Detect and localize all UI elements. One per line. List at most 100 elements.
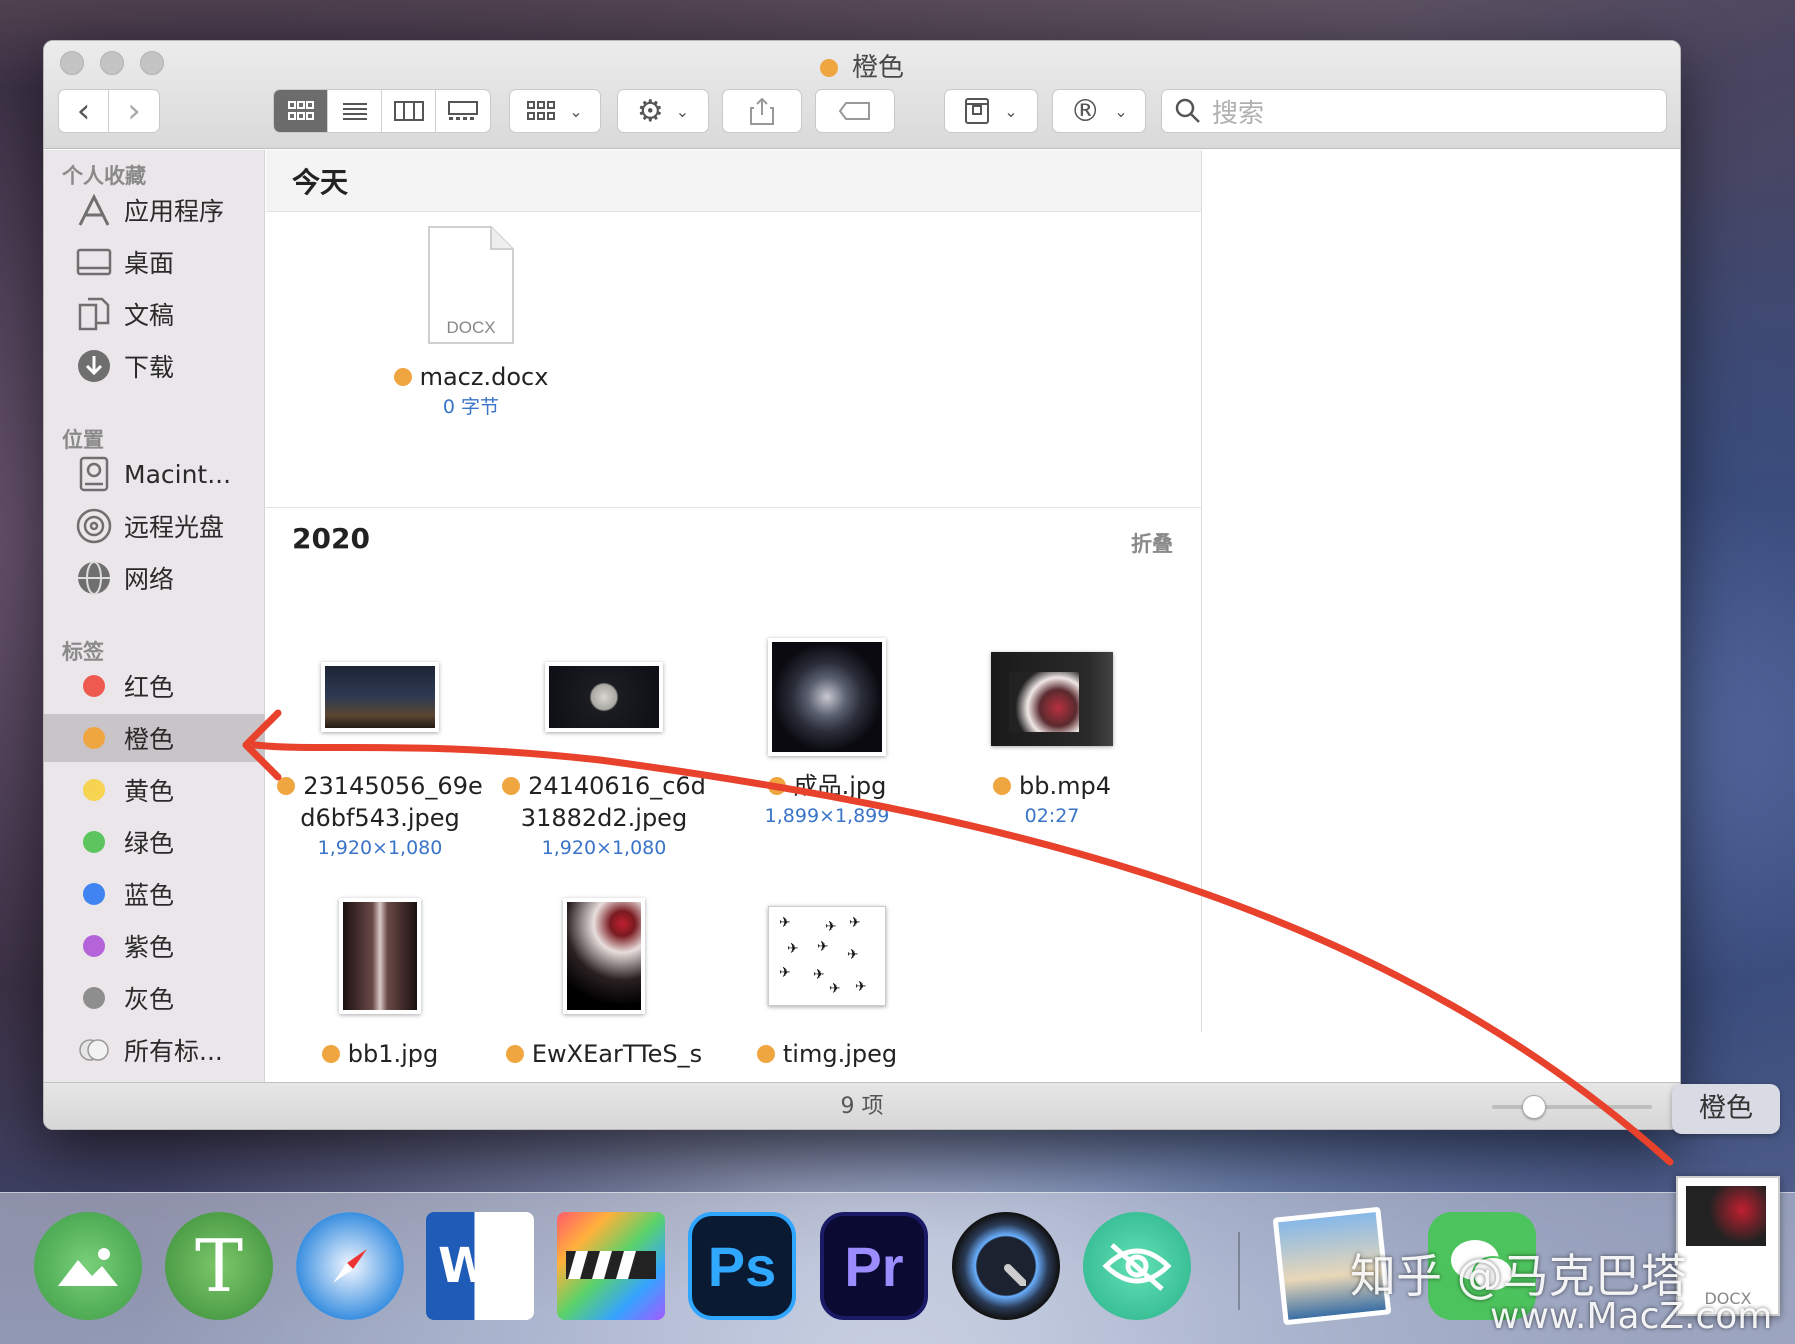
action-button[interactable]: ⚙ ⌄ bbox=[617, 89, 709, 133]
search-field[interactable]: 搜索 bbox=[1161, 89, 1667, 133]
sidebar-tag-green[interactable]: 绿色 bbox=[44, 818, 265, 866]
file-name-line2: d6bf543.jpeg bbox=[300, 804, 460, 832]
sidebar-item-label: 黄色 bbox=[124, 777, 175, 806]
nav-buttons: ‹ › bbox=[58, 89, 160, 133]
orange-tag-icon bbox=[277, 777, 296, 795]
sidebar-item-label: 蓝色 bbox=[124, 881, 175, 910]
tags-button[interactable] bbox=[815, 89, 895, 133]
file-meta: 0 字节 bbox=[442, 396, 500, 418]
file-item-f4[interactable]: bb.mp4 02:27 bbox=[942, 652, 1162, 830]
hard-drive-icon bbox=[76, 456, 112, 492]
grid-icon bbox=[287, 101, 314, 120]
sidebar-item-label: 桌面 bbox=[124, 249, 175, 278]
hide-icon-app-icon[interactable] bbox=[1083, 1212, 1191, 1320]
column-view-button[interactable] bbox=[382, 90, 436, 132]
sidebar-item-macintosh[interactable]: Macint... bbox=[44, 450, 265, 498]
svg-text:✈: ✈ bbox=[813, 967, 825, 983]
sidebar-item-network[interactable]: 网络 bbox=[44, 554, 265, 602]
sidebar-item-label: 应用程序 bbox=[124, 197, 225, 226]
gallery-view-button[interactable] bbox=[436, 90, 490, 132]
svg-text:✈: ✈ bbox=[829, 981, 841, 997]
sidebar-item-label: 文稿 bbox=[124, 301, 175, 330]
quicktime-app-icon[interactable] bbox=[952, 1212, 1060, 1320]
file-browser: 今天 DOCX macz.docx 0 字节 2020 折叠 23145056_… bbox=[266, 150, 1202, 1068]
file-meta: 1,899×1,899 bbox=[764, 805, 890, 827]
file-item-f5[interactable]: bb1.jpg bbox=[270, 898, 490, 1070]
share-icon bbox=[750, 97, 774, 125]
typora-app-icon[interactable]: T bbox=[165, 1212, 273, 1320]
moon-thumbnail bbox=[545, 662, 663, 732]
icon-size-slider[interactable] bbox=[1492, 1095, 1652, 1119]
word-app-icon[interactable]: W bbox=[426, 1212, 534, 1320]
orange-tag-icon bbox=[502, 777, 521, 795]
sidebar-tag-orange[interactable]: 橙色 bbox=[44, 714, 265, 762]
sidebar-item-label: 绿色 bbox=[124, 829, 175, 858]
window-title-text: 橙色 bbox=[851, 53, 904, 83]
collapse-button[interactable]: 折叠 bbox=[1131, 528, 1173, 558]
archive-tool-button[interactable]: ⌄ bbox=[944, 89, 1038, 133]
sidebar-tag-red[interactable]: 红色 bbox=[44, 662, 265, 710]
photoshop-app-icon[interactable]: Ps bbox=[688, 1212, 796, 1320]
registered-tool-button[interactable]: ® ⌄ bbox=[1052, 89, 1146, 133]
slider-knob[interactable] bbox=[1522, 1095, 1546, 1119]
file-name-line1: 24140616_c6d bbox=[528, 772, 706, 800]
file-meta: 1,920×1,080 bbox=[317, 837, 443, 859]
sidebar-item-applications[interactable]: 应用程序 bbox=[44, 186, 265, 234]
file-item-f6[interactable]: EwXEarTTeS_s bbox=[494, 898, 714, 1070]
final-cut-app-icon[interactable] bbox=[557, 1212, 665, 1320]
back-button[interactable]: ‹ bbox=[59, 90, 109, 132]
dragged-tag-label: 橙色 bbox=[1672, 1084, 1780, 1134]
window-title: 橙色 bbox=[44, 47, 1680, 84]
sidebar-item-downloads[interactable]: 下载 bbox=[44, 342, 265, 390]
downloads-icon bbox=[76, 349, 112, 383]
file-item-f3[interactable]: 成品.jpg 1,899×1,899 bbox=[717, 638, 937, 830]
premiere-app-icon[interactable]: Pr bbox=[820, 1212, 928, 1320]
file-item-macz[interactable]: DOCX macz.docx 0 字节 bbox=[361, 225, 581, 421]
file-name: macz.docx bbox=[361, 361, 581, 393]
svg-text:✈: ✈ bbox=[779, 965, 791, 981]
forward-button[interactable]: › bbox=[109, 90, 159, 132]
safari-app-icon[interactable] bbox=[296, 1212, 404, 1320]
sidebar-item-label: 橙色 bbox=[124, 725, 175, 754]
chevron-down-icon: ⌄ bbox=[1114, 101, 1128, 121]
group-title: 2020 bbox=[292, 522, 370, 555]
ps-letters: Ps bbox=[707, 1234, 777, 1298]
sidebar-tag-yellow[interactable]: 黄色 bbox=[44, 766, 265, 814]
tag-icon bbox=[838, 102, 870, 120]
birds-thumbnail: ✈ ✈ ✈ ✈ ✈ ✈ ✈ ✈ ✈ ✈ bbox=[768, 906, 886, 1006]
sidebar-item-desktop[interactable]: 桌面 bbox=[44, 238, 265, 286]
blue-tag-icon bbox=[76, 883, 112, 905]
list-view-button[interactable] bbox=[328, 90, 382, 132]
file-item-f1[interactable]: 23145056_69e d6bf543.jpeg 1,920×1,080 bbox=[270, 662, 490, 862]
planet-thumbnail bbox=[768, 638, 886, 756]
file-meta: 1,920×1,080 bbox=[541, 837, 667, 859]
file-name-text: bb1.jpg bbox=[347, 1040, 439, 1068]
sidebar-item-remote-disc[interactable]: 远程光盘 bbox=[44, 502, 265, 550]
sidebar-tag-gray[interactable]: 灰色 bbox=[44, 974, 265, 1022]
sidebar-tag-blue[interactable]: 蓝色 bbox=[44, 870, 265, 918]
group-by-button[interactable]: ⌄ bbox=[509, 89, 601, 133]
photos-app-icon[interactable] bbox=[34, 1212, 142, 1320]
group-header-2020: 2020 折叠 bbox=[266, 507, 1201, 569]
yellow-tag-icon bbox=[76, 779, 112, 801]
dock-divider bbox=[1238, 1232, 1240, 1310]
finder-window: 橙色 ‹ › ⌄ ⚙ ⌄ ⌄ ® ⌄ 搜索 个人收藏 应用程序 桌面 文稿 下载… bbox=[43, 40, 1681, 1130]
sidebar-tag-all[interactable]: 所有标... bbox=[44, 1026, 265, 1074]
orange-tag-icon bbox=[993, 777, 1011, 795]
file-item-f2[interactable]: 24140616_c6d 31882d2.jpeg 1,920×1,080 bbox=[494, 662, 714, 862]
sidebar-item-label: 灰色 bbox=[124, 985, 175, 1014]
documents-icon bbox=[76, 297, 112, 331]
file-item-f7[interactable]: ✈ ✈ ✈ ✈ ✈ ✈ ✈ ✈ ✈ ✈ timg.jpeg bbox=[717, 906, 937, 1070]
file-name-line1: 23145056_69e bbox=[303, 772, 483, 800]
share-button[interactable] bbox=[722, 89, 802, 133]
file-name-text: 成品.jpg bbox=[793, 772, 887, 800]
icon-view-button[interactable] bbox=[274, 90, 328, 132]
red-tag-icon bbox=[76, 675, 112, 697]
file-name: bb.mp4 bbox=[942, 770, 1162, 802]
file-name: timg.jpeg bbox=[717, 1038, 937, 1070]
sidebar-item-label: 网络 bbox=[124, 565, 175, 594]
purple-tag-icon bbox=[76, 935, 112, 957]
sidebar-tag-purple[interactable]: 紫色 bbox=[44, 922, 265, 970]
sidebar-item-documents[interactable]: 文稿 bbox=[44, 290, 265, 338]
all-tags-icon bbox=[76, 1038, 112, 1062]
